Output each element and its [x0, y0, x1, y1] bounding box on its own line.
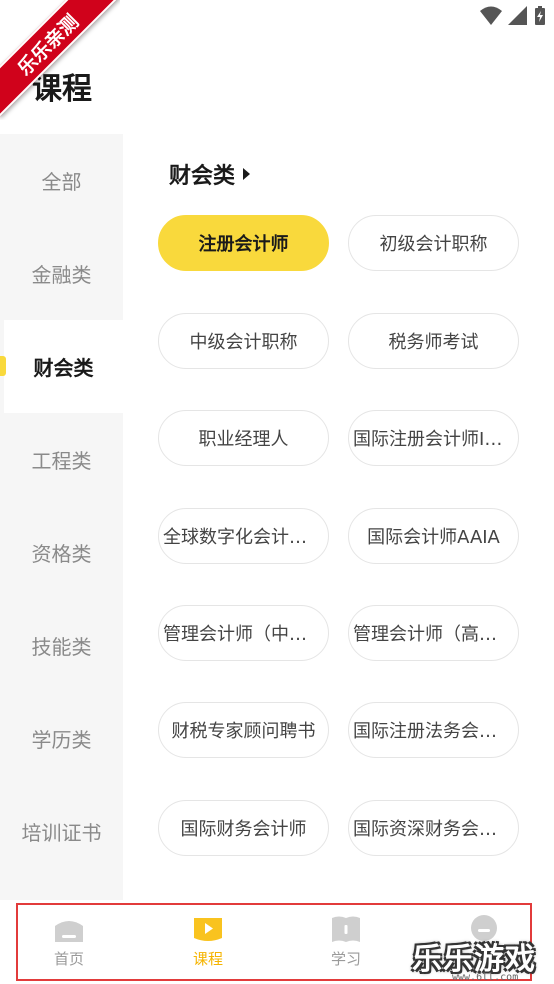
course-chip[interactable]: 国际财务会计师: [158, 800, 329, 856]
sidebar-item-label: 培训证书: [21, 821, 102, 845]
sidebar-item-all[interactable]: 全部: [0, 134, 123, 227]
sidebar-item-finance[interactable]: 金融类: [0, 227, 123, 320]
ribbon-watermark: 乐乐亲测: [0, 0, 120, 120]
course-chip-label: 国际财务会计师: [180, 819, 307, 840]
section-title-label: 财会类: [169, 164, 236, 189]
ribbon-text: 乐乐亲测: [0, 0, 120, 117]
sidebar-item-label: 技能类: [31, 635, 92, 659]
course-chip[interactable]: 管理会计师（高级...: [348, 605, 519, 661]
course-chip-label: 管理会计师（中级...: [163, 624, 324, 645]
sidebar-item-label: 资格类: [31, 542, 92, 566]
sidebar-item-training-cert[interactable]: 培训证书: [0, 785, 123, 878]
course-chip[interactable]: 全球数字化会计师...: [158, 508, 329, 564]
course-chip[interactable]: 税务师考试: [348, 313, 519, 369]
sidebar-item-label: 全部: [41, 170, 82, 194]
course-chip[interactable]: 初级会计职称: [348, 215, 519, 271]
course-chip[interactable]: 国际注册法务会计...: [348, 702, 519, 758]
sidebar-item-label: 财会类: [33, 356, 94, 380]
brand-watermark: 乐乐游戏 www.6ll.com: [412, 934, 554, 984]
course-chip-label: 管理会计师（高级...: [353, 624, 514, 645]
battery-icon: [535, 6, 545, 25]
sidebar-item-engineering[interactable]: 工程类: [0, 413, 123, 506]
course-chip-label: 中级会计职称: [189, 332, 298, 353]
section-title[interactable]: 财会类: [169, 158, 251, 190]
wifi-icon: [480, 6, 502, 25]
course-chip[interactable]: 注册会计师: [158, 215, 329, 271]
course-chip-label: 国际资深财务会计...: [353, 819, 514, 840]
course-chip-label: 注册会计师: [198, 234, 289, 255]
status-icons: [480, 6, 546, 26]
sidebar-item-label: 金融类: [31, 263, 92, 287]
course-chip-label: 职业经理人: [198, 429, 289, 450]
course-chip-label: 国际注册法务会计...: [353, 721, 514, 742]
course-chip-label: 全球数字化会计师...: [163, 527, 324, 548]
course-chip[interactable]: 国际会计师AAIA: [348, 508, 519, 564]
brand-url: www.6ll.com: [452, 972, 519, 983]
course-chip-label: 财税专家顾问聘书: [171, 721, 316, 742]
course-chip-label: 税务师考试: [388, 332, 479, 353]
sidebar-item-qualification[interactable]: 资格类: [0, 506, 123, 599]
course-chip[interactable]: 管理会计师（中级...: [158, 605, 329, 661]
course-chip[interactable]: 国际注册会计师IC...: [348, 410, 519, 466]
course-chip-label: 初级会计职称: [379, 234, 488, 255]
sidebar-item-label: 工程类: [31, 449, 92, 473]
course-chip[interactable]: 国际资深财务会计...: [348, 800, 519, 856]
course-chip-label: 国际会计师AAIA: [367, 527, 500, 548]
signal-icon: [508, 6, 527, 25]
course-chip[interactable]: 职业经理人: [158, 410, 329, 466]
caret-right-icon: [243, 168, 251, 180]
course-chip[interactable]: 财税专家顾问聘书: [158, 702, 329, 758]
course-chip[interactable]: 中级会计职称: [158, 313, 329, 369]
category-sidebar: 全部 金融类 财会类 工程类 资格类 技能类 学历类 培训证书: [0, 134, 123, 910]
sidebar-item-label: 学历类: [31, 728, 92, 752]
sidebar-item-accounting[interactable]: 财会类: [0, 320, 123, 413]
sidebar-item-education[interactable]: 学历类: [0, 692, 123, 785]
active-indicator: [0, 356, 6, 376]
course-chip-label: 国际注册会计师IC...: [353, 429, 514, 450]
sidebar-item-skills[interactable]: 技能类: [0, 599, 123, 692]
